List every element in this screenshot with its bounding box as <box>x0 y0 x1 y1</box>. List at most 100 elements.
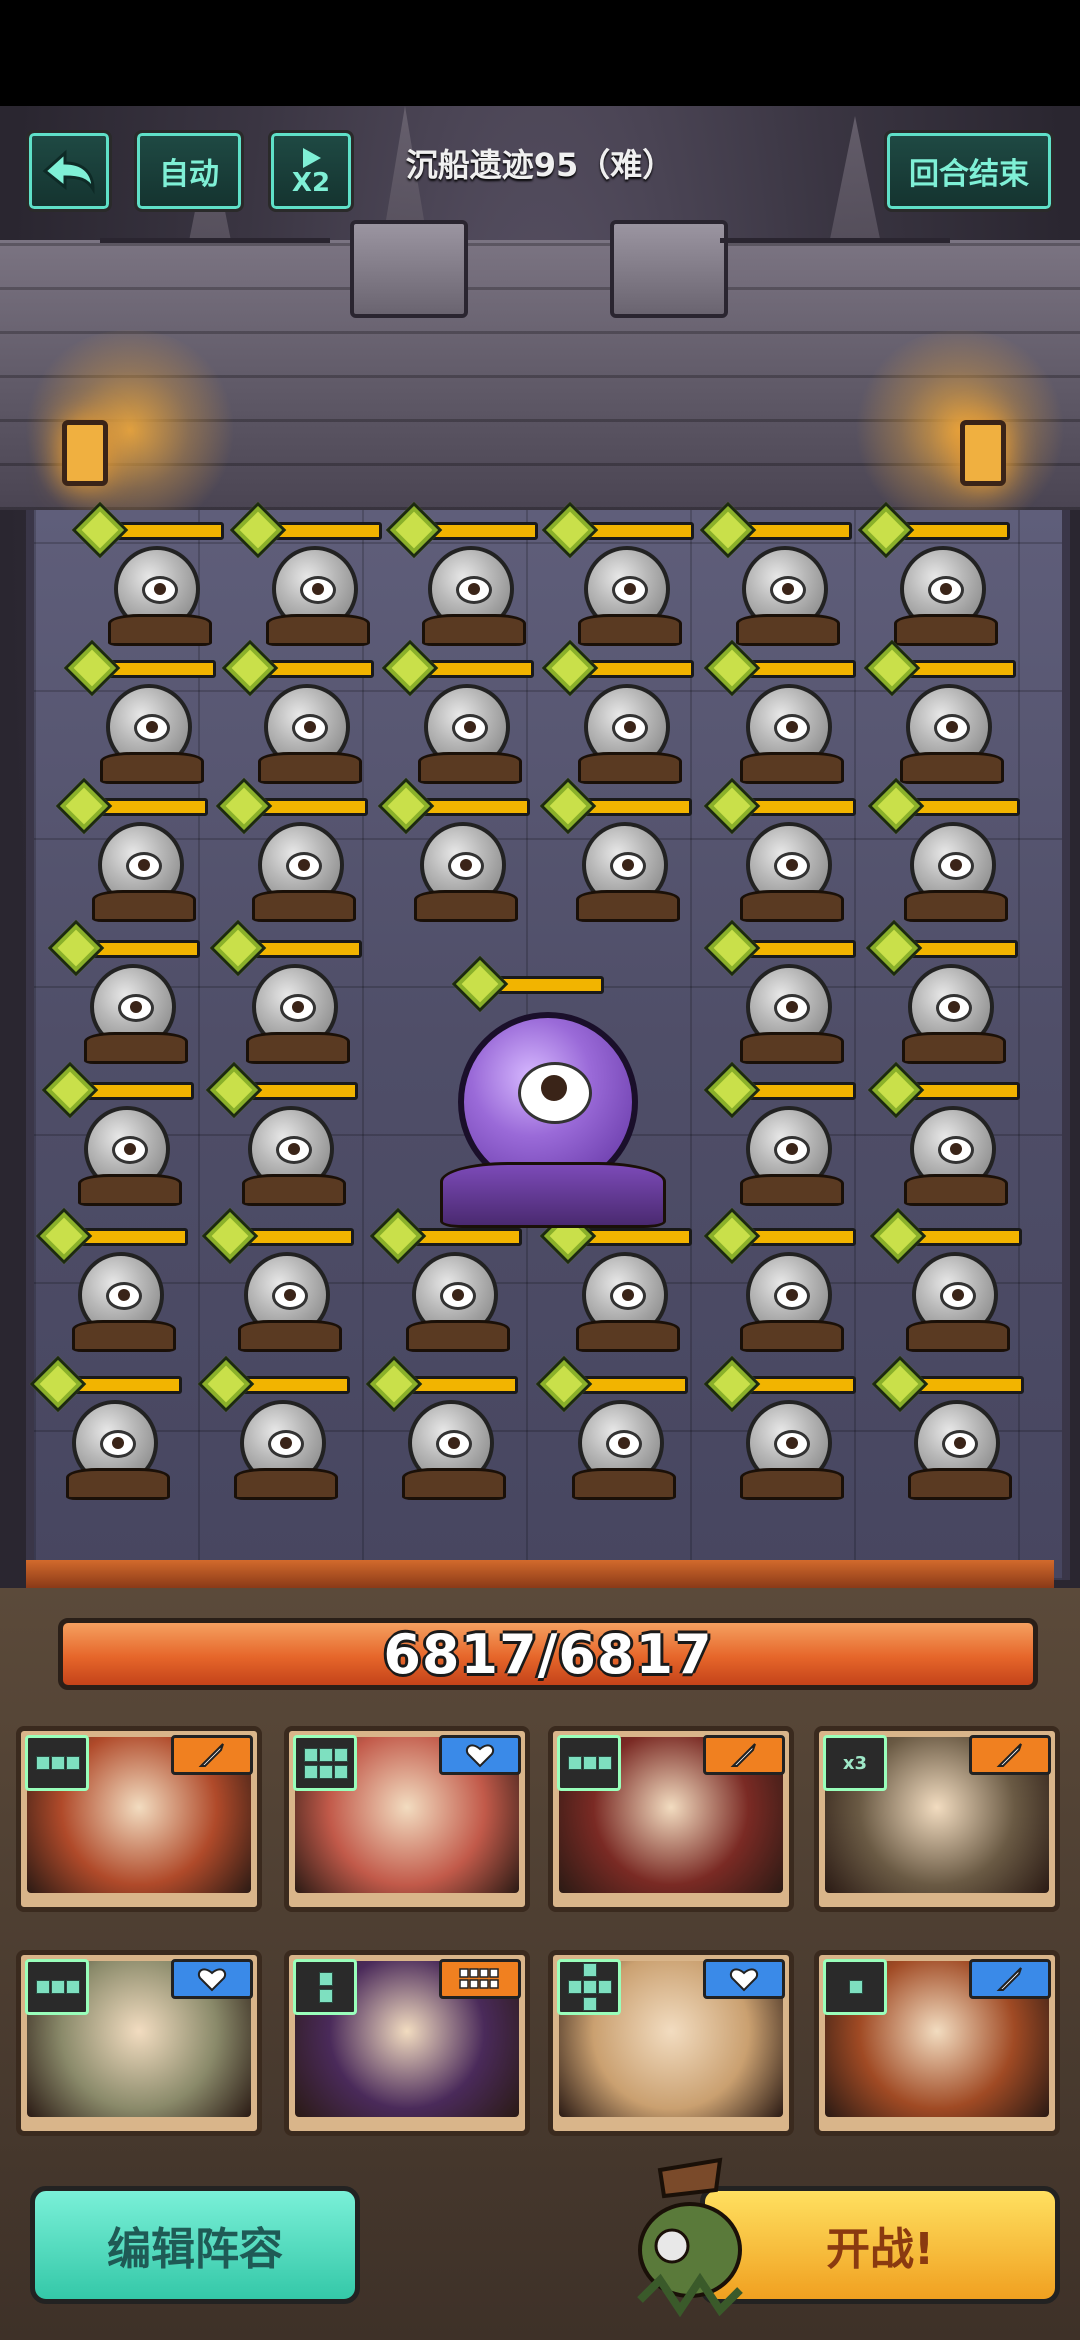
roots <box>902 1032 1006 1064</box>
wall-merlon <box>610 220 728 318</box>
eye-icon <box>440 1282 476 1310</box>
eye-icon <box>774 852 810 880</box>
auto-button[interactable]: 自动 <box>134 130 244 212</box>
eye-icon <box>942 1430 978 1458</box>
enemy-orb[interactable] <box>871 1355 1024 1500</box>
hp-gem-icon <box>703 777 761 835</box>
enemy-orb[interactable] <box>41 1061 194 1206</box>
enemy-orb[interactable] <box>365 1355 518 1500</box>
hero-card[interactable] <box>548 1726 794 1912</box>
enemy-orb[interactable] <box>867 777 1020 922</box>
enemy-orb[interactable] <box>215 777 368 922</box>
enemy-orb[interactable] <box>857 501 1010 646</box>
enemy-orb[interactable] <box>197 1355 350 1500</box>
hp-gem-icon <box>35 1207 93 1265</box>
hero-role-heart-icon <box>439 1735 521 1775</box>
hp-gem-icon <box>47 919 105 977</box>
enemy-orb[interactable] <box>541 501 694 646</box>
roots <box>72 1320 176 1352</box>
hero-card[interactable] <box>548 1950 794 2136</box>
hp-gem-icon <box>55 777 113 835</box>
edit-lineup-label: 编辑阵容 <box>107 2224 283 2275</box>
enemy-orb[interactable] <box>703 1061 856 1206</box>
roots <box>406 1320 510 1352</box>
roots <box>100 752 204 784</box>
hero-card[interactable] <box>16 1726 262 1912</box>
enemy-orb[interactable] <box>539 777 692 922</box>
enemy-orb[interactable] <box>703 639 856 784</box>
enemy-orb[interactable] <box>867 1061 1020 1206</box>
eye-icon <box>276 1136 312 1164</box>
hp-gem-icon <box>857 501 915 559</box>
hero-shape-badge: x3 <box>823 1735 887 1791</box>
enemy-orb[interactable] <box>369 1207 522 1352</box>
end-turn-button[interactable]: 回合结束 <box>884 130 1054 212</box>
enemy-orb[interactable] <box>229 501 382 646</box>
hero-card[interactable] <box>16 1950 262 2136</box>
enemy-orb[interactable] <box>47 919 200 1064</box>
enemy-orb[interactable] <box>377 777 530 922</box>
enemy-orb[interactable] <box>209 919 362 1064</box>
roots <box>246 1032 350 1064</box>
hero-card[interactable] <box>284 1950 530 2136</box>
hero-shape-badge <box>293 1735 357 1791</box>
boss-hp <box>451 955 604 1074</box>
hp-gem-icon <box>63 639 121 697</box>
enemy-orb[interactable] <box>55 777 208 922</box>
enemy-orb[interactable] <box>703 777 856 922</box>
roots <box>414 890 518 922</box>
hp-gem-icon <box>369 1207 427 1265</box>
enemy-orb[interactable] <box>71 501 224 646</box>
enemy-orb[interactable] <box>865 919 1018 1064</box>
eye-icon <box>286 852 322 880</box>
hp-gem-icon <box>865 919 923 977</box>
start-battle-label: 开战! <box>825 2224 935 2275</box>
eye-icon <box>300 576 336 604</box>
hp-gem-icon <box>41 1061 99 1119</box>
roots <box>242 1174 346 1206</box>
roots <box>906 1320 1010 1352</box>
hp-gem-icon <box>385 501 443 559</box>
enemy-orb[interactable] <box>221 639 374 784</box>
enemy-orb[interactable] <box>699 501 852 646</box>
hero-card[interactable] <box>284 1726 530 1912</box>
back-button[interactable] <box>26 130 112 212</box>
enemy-orb[interactable] <box>703 1207 856 1352</box>
enemy-orb[interactable] <box>703 919 856 1064</box>
roots <box>84 1032 188 1064</box>
hp-gem-icon <box>541 501 599 559</box>
eye-icon <box>774 714 810 742</box>
enemy-orb[interactable] <box>381 639 534 784</box>
enemy-orb[interactable] <box>541 639 694 784</box>
roots <box>736 614 840 646</box>
roots <box>402 1468 506 1500</box>
hp-gem-icon <box>215 777 273 835</box>
eye-icon <box>610 1282 646 1310</box>
hp-gem-icon <box>699 501 757 559</box>
enemy-orb[interactable] <box>539 1207 692 1352</box>
enemy-orb[interactable] <box>35 1207 188 1352</box>
hero-role-sword-icon <box>703 1735 785 1775</box>
enemy-orb[interactable] <box>29 1355 182 1500</box>
hero-shape-badge <box>557 1959 621 2015</box>
enemy-orb[interactable] <box>703 1355 856 1500</box>
enemy-orb[interactable] <box>869 1207 1022 1352</box>
hero-card[interactable]: x3 <box>814 1726 1060 1912</box>
eye-icon <box>928 576 964 604</box>
enemy-orb[interactable] <box>863 639 1016 784</box>
enemy-orb[interactable] <box>535 1355 688 1500</box>
level-title: 沉船遗迹95（难） <box>405 146 675 184</box>
eye-icon <box>774 1282 810 1310</box>
iron-fence <box>720 238 950 283</box>
enemy-orb[interactable] <box>385 501 538 646</box>
hero-card[interactable] <box>814 1950 1060 2136</box>
speed-button[interactable]: X2 <box>268 130 354 212</box>
enemy-orb[interactable] <box>201 1207 354 1352</box>
roots <box>418 752 522 784</box>
enemy-orb[interactable] <box>63 639 216 784</box>
roots <box>422 614 526 646</box>
edit-lineup-button[interactable]: 编辑阵容 <box>30 2186 360 2304</box>
enemy-orb[interactable] <box>205 1061 358 1206</box>
roots <box>234 1468 338 1500</box>
hp-gem-icon <box>703 1061 761 1119</box>
